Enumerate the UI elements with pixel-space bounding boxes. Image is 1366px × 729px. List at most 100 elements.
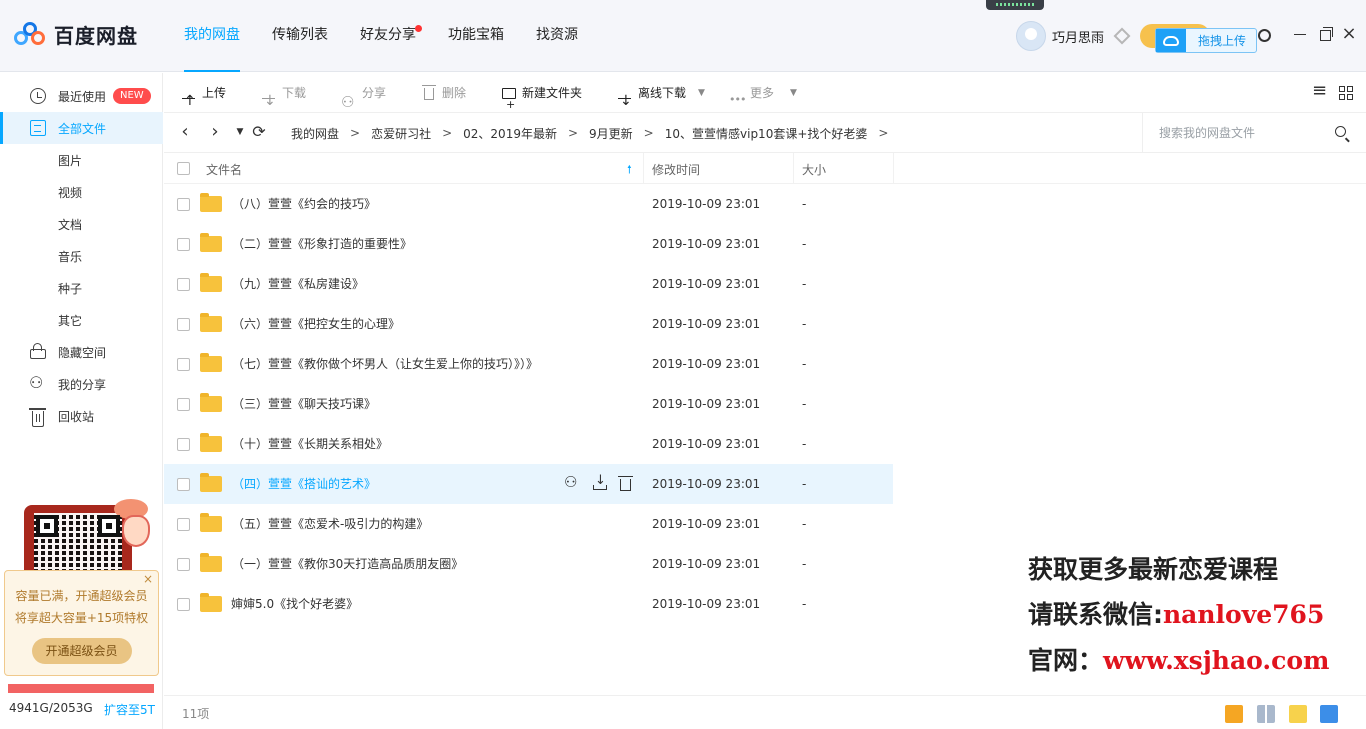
more-chevron-down-icon[interactable]: ▼ <box>790 73 797 113</box>
row-checkbox[interactable] <box>177 198 190 211</box>
row-checkbox[interactable] <box>177 598 190 611</box>
table-row[interactable]: （一）萱萱《教你30天打造高品质朋友圈》 2019-10-09 23:01 - <box>164 544 893 584</box>
table-row[interactable]: （八）萱萱《约会的技巧》 2019-10-09 23:01 - <box>164 184 893 224</box>
nav-transfer-list[interactable]: 传输列表 <box>272 0 328 72</box>
download-button[interactable]: 下载 <box>260 73 306 121</box>
sidebar-item-recycle-bin[interactable]: 回收站 <box>0 400 163 432</box>
drag-upload-widget[interactable]: 拖拽上传 <box>1155 28 1257 53</box>
back-arrow-icon[interactable]: ‹ <box>175 123 195 143</box>
offline-download-chevron-down-icon[interactable]: ▼ <box>698 73 705 113</box>
offline-download-button[interactable]: 离线下载 <box>616 73 686 121</box>
grid-view-icon[interactable] <box>1338 85 1354 101</box>
file-name[interactable]: （三）萱萱《聊天技巧课》 <box>232 384 376 424</box>
column-header-name[interactable]: 文件名 <box>206 161 242 178</box>
table-row[interactable]: （九）萱萱《私房建设》 2019-10-09 23:01 - <box>164 264 893 304</box>
maximize-button[interactable] <box>1317 26 1333 42</box>
sidebar-item-my-shares[interactable]: 我的分享 <box>0 368 163 400</box>
settings-gear-icon[interactable] <box>1258 29 1271 42</box>
table-row[interactable]: （二）萱萱《形象打造的重要性》 2019-10-09 23:01 - <box>164 224 893 264</box>
file-name[interactable]: （四）萱萱《搭讪的艺术》 <box>232 464 376 504</box>
sidebar-item-hidden-space[interactable]: 隐藏空间 <box>0 336 163 368</box>
breadcrumb-separator: > <box>350 126 361 140</box>
upload-button[interactable]: 上传 <box>180 73 226 121</box>
row-checkbox[interactable] <box>177 238 190 251</box>
file-name[interactable]: （八）萱萱《约会的技巧》 <box>232 184 376 224</box>
file-name[interactable]: 婶婶5.0《找个好老婆》 <box>231 584 358 624</box>
row-trash-icon[interactable] <box>618 476 633 491</box>
medal-icon[interactable] <box>1225 705 1243 723</box>
file-name[interactable]: （六）萱萱《把控女生的心理》 <box>232 304 400 344</box>
row-checkbox[interactable] <box>177 278 190 291</box>
share-icon <box>341 82 356 122</box>
sidebar-item-torrents[interactable]: 种子 <box>0 272 163 304</box>
file-name[interactable]: （二）萱萱《形象打造的重要性》 <box>232 224 412 264</box>
breadcrumb-separator[interactable]: > <box>878 126 888 140</box>
notification-dot <box>415 25 422 32</box>
new-folder-button[interactable]: 新建文件夹 <box>500 73 582 125</box>
row-checkbox[interactable] <box>177 558 190 571</box>
table-row[interactable]: （五）萱萱《恋爱术-吸引力的构建》 2019-10-09 23:01 - <box>164 504 893 544</box>
file-name[interactable]: （九）萱萱《私房建设》 <box>232 264 364 304</box>
lock-safe-icon[interactable] <box>1320 705 1338 723</box>
open-super-vip-button[interactable]: 开通超级会员 <box>31 638 132 664</box>
username[interactable]: 巧月思雨 <box>1052 27 1104 46</box>
avatar[interactable] <box>1016 21 1046 51</box>
table-row[interactable]: （六）萱萱《把控女生的心理》 2019-10-09 23:01 - <box>164 304 893 344</box>
share-button[interactable]: 分享 <box>340 73 386 122</box>
row-share-icon[interactable] <box>564 473 580 492</box>
sort-icon[interactable] <box>1312 80 1328 101</box>
file-name[interactable]: （七）萱萱《教你做个坏男人（让女生爱上你的技巧）》）》 <box>232 344 538 384</box>
search-input[interactable] <box>1159 123 1329 143</box>
sidebar-item-documents[interactable]: 文档 <box>0 208 163 240</box>
row-checkbox[interactable] <box>177 478 190 491</box>
column-header-modified[interactable]: 修改时间 <box>652 161 700 178</box>
apps-grid-icon[interactable] <box>1257 705 1275 723</box>
file-name[interactable]: （一）萱萱《教你30天打造高品质朋友圈》 <box>232 544 463 584</box>
row-checkbox[interactable] <box>177 398 190 411</box>
table-row[interactable]: （十）萱萱《长期关系相处》 2019-10-09 23:01 - <box>164 424 893 464</box>
row-download-icon[interactable] <box>592 473 608 492</box>
user-menu[interactable]: 巧月思雨 <box>1016 21 1131 51</box>
row-checkbox[interactable] <box>177 438 190 451</box>
breadcrumb-item[interactable]: 9月更新 <box>589 125 633 142</box>
select-all-checkbox[interactable] <box>177 162 190 175</box>
nav-find-resources[interactable]: 找资源 <box>536 0 578 72</box>
table-row[interactable]: 婶婶5.0《找个好老婆》 2019-10-09 23:01 - <box>164 584 893 624</box>
minimize-button[interactable] <box>1292 26 1308 42</box>
column-header-size[interactable]: 大小 <box>802 161 826 178</box>
breadcrumb-item[interactable]: 02、2019年最新 <box>463 125 557 142</box>
table-row[interactable]: （三）萱萱《聊天技巧课》 2019-10-09 23:01 - <box>164 384 893 424</box>
breadcrumb-item[interactable]: 我的网盘 <box>291 125 339 142</box>
row-checkbox[interactable] <box>177 358 190 371</box>
refresh-icon[interactable]: ⟳ <box>249 123 269 143</box>
sidebar-item-videos[interactable]: 视频 <box>0 176 163 208</box>
nav-my-netdisk[interactable]: 我的网盘 <box>184 0 240 72</box>
forward-arrow-icon[interactable]: › <box>205 123 225 143</box>
sidebar-item-recent[interactable]: 最近使用 NEW <box>0 80 163 112</box>
file-name[interactable]: （十）萱萱《长期关系相处》 <box>232 424 388 464</box>
row-checkbox[interactable] <box>177 518 190 531</box>
table-row[interactable]: （七）萱萱《教你做个坏男人（让女生爱上你的技巧）》）》 2019-10-09 2… <box>164 344 893 384</box>
app-logo[interactable]: 百度网盘 <box>14 20 138 49</box>
nav-friend-share[interactable]: 好友分享 <box>360 0 422 72</box>
sidebar-item-other[interactable]: 其它 <box>0 304 163 336</box>
sidebar-item-music[interactable]: 音乐 <box>0 240 163 272</box>
search-icon[interactable] <box>1335 126 1346 137</box>
table-row[interactable]: （四）萱萱《搭讪的艺术》 2019-10-09 23:01 - <box>164 464 893 504</box>
more-button[interactable]: 更多 <box>728 73 774 120</box>
close-button[interactable]: × <box>1341 25 1357 43</box>
history-chevron-down-icon[interactable]: ▼ <box>230 123 250 143</box>
vip-diamond-icon[interactable] <box>1113 27 1131 45</box>
sidebar-item-images[interactable]: 图片 <box>0 144 163 176</box>
file-name[interactable]: （五）萱萱《恋爱术-吸引力的构建》 <box>232 504 428 544</box>
sidebar-item-all-files[interactable]: 全部文件 <box>0 112 163 144</box>
breadcrumb-item[interactable]: 恋爱研习社 <box>371 125 431 142</box>
expand-storage-link[interactable]: 扩容至5T <box>104 701 155 718</box>
row-checkbox[interactable] <box>177 318 190 331</box>
sort-ascending-icon[interactable]: 🠕 <box>627 161 632 180</box>
delete-button[interactable]: 删除 <box>420 73 466 113</box>
upload-box-icon[interactable] <box>1289 705 1307 723</box>
breadcrumb-item[interactable]: 10、萱萱情感vip10套课+找个好老婆 <box>665 125 868 142</box>
nav-toolbox[interactable]: 功能宝箱 <box>448 0 504 72</box>
close-icon[interactable]: × <box>143 572 153 586</box>
